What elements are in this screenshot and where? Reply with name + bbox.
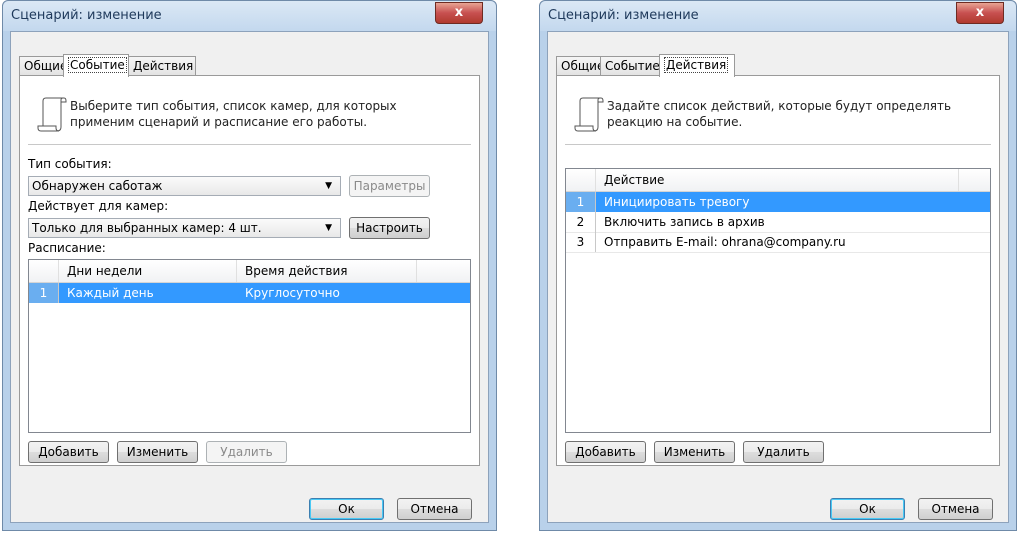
tab-label: Событие <box>605 59 660 73</box>
divider <box>28 144 471 146</box>
row-number: 3 <box>566 232 596 252</box>
edit-button[interactable]: Изменить <box>654 441 735 463</box>
schedule-table[interactable]: Дни недели Время действия 1 Каждый день … <box>28 259 471 433</box>
actions-table[interactable]: Действие 1 Инициировать тревогу 2 Включи… <box>565 168 991 433</box>
tab-label: Общие <box>561 59 605 73</box>
dialog-client: Общие Событие Действия Задайте список де… <box>547 31 1009 523</box>
header-cell[interactable]: Действие <box>596 169 959 191</box>
cancel-button[interactable]: Отмена <box>397 498 472 520</box>
chevron-down-icon: ▼ <box>325 223 332 233</box>
close-button[interactable]: x <box>435 2 483 24</box>
scroll-icon <box>37 97 67 132</box>
dialog-client: Общие Событие Действия Выберите тип собы… <box>10 31 489 523</box>
row-action: Отправить E-mail: ohrana@company.ru <box>604 235 846 249</box>
delete-button[interactable]: Удалить <box>206 441 287 463</box>
title-bar[interactable]: Сценарий: изменение x <box>540 1 1016 31</box>
table-row[interactable]: 3 Отправить E-mail: ohrana@company.ru <box>566 232 990 253</box>
table-header: Действие <box>566 169 990 192</box>
cameras-label: Действует для камер: <box>28 199 169 213</box>
add-button[interactable]: Добавить <box>28 441 109 463</box>
scenario-edit-dialog-event: Сценарий: изменение x Общие Событие Дейс… <box>2 0 497 531</box>
table-header: Дни недели Время действия <box>29 260 470 283</box>
add-button[interactable]: Добавить <box>565 441 646 463</box>
title-bar[interactable]: Сценарий: изменение x <box>3 1 496 31</box>
event-type-select[interactable]: Обнаружен саботаж ▼ <box>28 176 341 196</box>
scenario-edit-dialog-actions: Сценарий: изменение x Общие Событие Дейс… <box>539 0 1017 531</box>
cancel-button[interactable]: Отмена <box>918 498 993 520</box>
row-number: 1 <box>29 283 59 303</box>
header-cell <box>29 260 59 282</box>
close-button[interactable]: x <box>956 2 1004 24</box>
intro-text: Выберите тип события, список камер, для … <box>70 98 397 130</box>
tab-label: Событие <box>68 57 127 73</box>
tab-event[interactable]: Событие <box>63 54 129 77</box>
row-number: 2 <box>566 212 596 232</box>
configure-button[interactable]: Настроить <box>349 217 430 239</box>
ok-button[interactable]: Ок <box>309 498 384 520</box>
table-row[interactable]: 1 Инициировать тревогу <box>566 192 990 212</box>
table-row[interactable]: 2 Включить запись в архив <box>566 212 990 233</box>
row-action: Инициировать тревогу <box>604 195 750 209</box>
intro-text: Задайте список действий, которые будут о… <box>607 98 951 130</box>
tab-general[interactable]: Общие <box>556 56 605 75</box>
chevron-down-icon: ▼ <box>325 181 332 191</box>
parameters-button[interactable]: Параметры <box>349 175 430 197</box>
row-days: Каждый день <box>67 286 154 300</box>
divider <box>565 144 991 146</box>
event-type-label: Тип события: <box>28 157 112 171</box>
row-time: Круглосуточно <box>245 286 340 300</box>
row-action: Включить запись в архив <box>604 215 765 229</box>
intro-line: применим сценарий и расписание его работ… <box>70 115 368 129</box>
edit-button[interactable]: Изменить <box>117 441 198 463</box>
header-cell[interactable]: Время действия <box>237 260 417 282</box>
tab-label: Общие <box>24 59 68 73</box>
tab-actions[interactable]: Действия <box>659 54 735 77</box>
tab-event[interactable]: Событие <box>600 56 660 75</box>
intro-line: Задайте список действий, которые будут о… <box>607 99 952 113</box>
ok-button[interactable]: Ок <box>830 498 905 520</box>
tab-label: Действия <box>133 59 194 73</box>
row-number: 1 <box>566 192 596 212</box>
header-cell[interactable]: Дни недели <box>59 260 237 282</box>
tab-label: Действия <box>664 57 729 73</box>
window-title: Сценарий: изменение <box>11 8 162 23</box>
window-title: Сценарий: изменение <box>548 8 699 23</box>
scroll-icon <box>574 97 604 132</box>
cameras-value: Только для выбранных камер: 4 шт. <box>32 221 262 235</box>
cameras-select[interactable]: Только для выбранных камер: 4 шт. ▼ <box>28 218 341 238</box>
tab-page-actions: Задайте список действий, которые будут о… <box>556 75 1000 466</box>
tab-general[interactable]: Общие <box>19 56 68 75</box>
tab-page-event: Выберите тип события, список камер, для … <box>19 75 480 466</box>
header-cell <box>566 169 596 191</box>
tab-actions[interactable]: Действия <box>128 56 196 75</box>
delete-button[interactable]: Удалить <box>743 441 824 463</box>
table-row[interactable]: 1 Каждый день Круглосуточно <box>29 283 470 303</box>
event-type-value: Обнаружен саботаж <box>32 179 163 193</box>
schedule-label: Расписание: <box>28 241 106 255</box>
intro-line: Выберите тип события, список камер, для … <box>70 99 397 113</box>
intro-line: реакцию на событие. <box>607 115 743 129</box>
